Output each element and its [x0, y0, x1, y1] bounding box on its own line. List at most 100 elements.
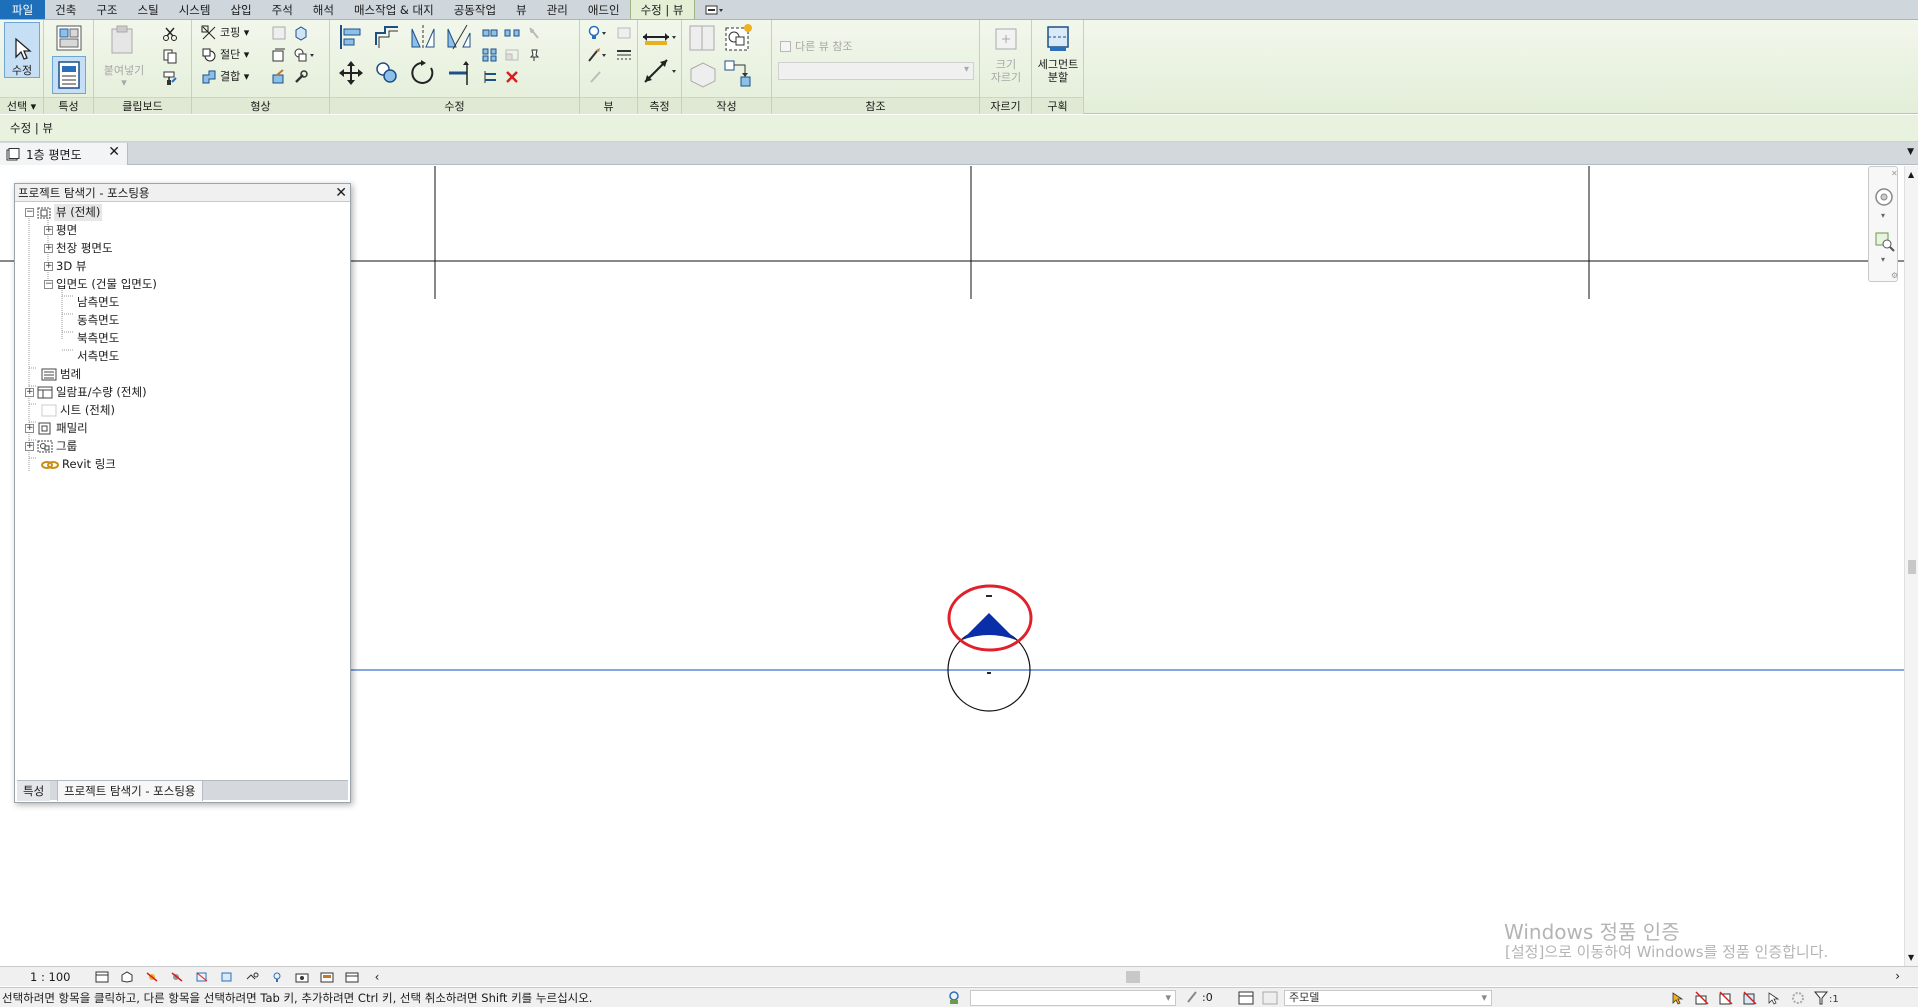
tree-item-east-elevation[interactable]: 동측면도 [77, 312, 119, 329]
expand-icon[interactable]: + [25, 388, 34, 397]
show-crop-region-icon[interactable] [219, 970, 235, 984]
zoom-region-button[interactable] [1874, 231, 1896, 256]
exclude-options-icon[interactable] [1262, 991, 1278, 1007]
tree-item-groups[interactable]: + 그룹 [25, 438, 77, 455]
demolish-button[interactable] [292, 24, 310, 42]
drag-elements-icon[interactable] [1766, 990, 1782, 1007]
zoom-dropdown-icon[interactable]: ▾ [1881, 255, 1885, 264]
select-links-icon[interactable] [1670, 990, 1686, 1007]
close-view-tab-icon[interactable]: ✕ [108, 144, 120, 160]
reference-view-dropdown[interactable]: ▾ [778, 62, 974, 80]
copy-button[interactable] [160, 46, 180, 66]
cope-button[interactable] [200, 24, 218, 42]
tree-item-revit-links[interactable]: Revit 링크 [41, 456, 116, 473]
other-view-checkbox[interactable] [780, 40, 791, 52]
create-parts-button[interactable] [686, 22, 718, 54]
line-styles-button[interactable] [614, 46, 634, 64]
temporary-view-properties-icon[interactable] [319, 970, 335, 984]
shapes-button[interactable] [292, 46, 318, 64]
worksets-icon[interactable] [946, 990, 962, 1007]
properties-button[interactable] [52, 56, 86, 94]
tab-addins[interactable]: 애드인 [578, 0, 630, 19]
match-properties-button[interactable] [160, 68, 180, 88]
project-browser-titlebar[interactable]: 프로젝트 탐색기 - 포스팅용 ✕ [15, 184, 350, 202]
expand-icon[interactable]: + [25, 442, 34, 451]
tab-systems[interactable]: 시스템 [169, 0, 221, 19]
mirror-draw-axis-button[interactable] [444, 22, 474, 52]
split-element-button[interactable] [480, 24, 500, 42]
view-tab-first-floor-plan[interactable]: 1층 평면도 ✕ [0, 143, 128, 165]
scroll-right-arrow-icon[interactable]: › [1895, 969, 1900, 983]
tab-steel[interactable]: 스틸 [128, 0, 169, 19]
trim-multiple-button[interactable] [480, 68, 500, 86]
tab-file[interactable]: 파일 [0, 0, 46, 19]
collapse-icon[interactable]: − [25, 208, 34, 217]
footer-tab-properties[interactable]: 특성 [17, 781, 51, 801]
tree-item-3d-views[interactable]: + 3D 뷰 [44, 258, 86, 275]
tab-manage[interactable]: 관리 [537, 0, 578, 19]
create-group-button[interactable] [722, 22, 754, 54]
tree-item-west-elevation[interactable]: 서측면도 [77, 348, 119, 365]
editable-only-icon[interactable] [1186, 990, 1200, 1007]
expand-icon[interactable]: + [44, 262, 53, 271]
tree-item-schedules[interactable]: + 일람표/수량 (전체) [25, 384, 147, 401]
tab-architecture[interactable]: 건축 [45, 0, 86, 19]
tab-massing-site[interactable]: 매스작업 & 대지 [344, 0, 444, 19]
hide-in-view-button[interactable] [586, 24, 612, 42]
cut-button[interactable] [160, 24, 180, 44]
unlock-3d-icon[interactable] [244, 970, 260, 984]
panel-select-label[interactable]: 선택 ▾ [0, 97, 43, 114]
paste-button[interactable] [106, 24, 138, 56]
expand-icon[interactable]: + [44, 226, 53, 235]
create-assembly-button[interactable] [686, 58, 718, 90]
tab-view[interactable]: 뷰 [506, 0, 537, 19]
override-graphics-button[interactable] [614, 24, 634, 42]
split-segment-button[interactable] [1042, 24, 1074, 54]
tab-annotate[interactable]: 주석 [262, 0, 303, 19]
view-scale[interactable]: 1 : 100 [30, 967, 70, 987]
tree-item-south-elevation[interactable]: 남측면도 [77, 294, 119, 311]
analytical-model-icon[interactable] [344, 970, 360, 984]
cut-geometry-button[interactable] [200, 46, 218, 64]
design-option-dropdown[interactable]: 주모델 ▾ [1284, 990, 1492, 1006]
trim-extend-button[interactable] [444, 58, 474, 88]
expand-icon[interactable]: + [25, 424, 34, 433]
tree-item-families[interactable]: + 패밀리 [25, 420, 88, 437]
rotate-button[interactable] [408, 58, 438, 88]
remove-paint-button[interactable] [292, 68, 310, 86]
scale-button[interactable] [502, 46, 522, 64]
scroll-up-arrow-icon[interactable]: ▲ [1908, 170, 1914, 179]
navbar-settings-icon[interactable]: ⚙ [1891, 271, 1898, 280]
detail-level-icon[interactable] [94, 970, 110, 984]
delete-button[interactable] [502, 68, 522, 86]
unpin-button[interactable] [524, 24, 544, 42]
collapse-icon[interactable]: − [44, 280, 53, 289]
footer-tab-project-browser[interactable]: 프로젝트 탐색기 - 포스팅용 [57, 781, 203, 801]
join-button[interactable] [200, 68, 218, 86]
steering-wheel-dropdown-icon[interactable]: ▾ [1881, 211, 1885, 220]
array-button[interactable] [480, 46, 500, 64]
horizontal-scroll-thumb[interactable] [1126, 971, 1140, 983]
tree-item-ceiling-plans[interactable]: + 천장 평면도 [44, 240, 113, 257]
tab-modify-view[interactable]: 수정 | 뷰 [629, 0, 695, 19]
vertical-scroll-thumb[interactable] [1908, 560, 1916, 574]
filter-icon[interactable]: :1 [1813, 990, 1839, 1007]
temporary-hide-icon[interactable] [269, 970, 285, 984]
steering-wheel-button[interactable] [1874, 187, 1896, 212]
linework-button[interactable] [586, 46, 612, 64]
background-processes-icon[interactable] [1790, 990, 1806, 1007]
elevation-marker[interactable] [947, 584, 1033, 712]
tab-insert[interactable]: 삽입 [220, 0, 261, 19]
pin-button[interactable] [524, 46, 544, 64]
horizontal-scrollbar[interactable]: › [370, 967, 1904, 987]
create-similar-button[interactable] [722, 58, 754, 90]
tab-list-arrow-icon[interactable]: ▼ [1907, 147, 1914, 157]
tab-collaborate[interactable]: 공동작업 [444, 0, 506, 19]
shadows-icon[interactable] [169, 970, 185, 984]
project-browser-close-icon[interactable]: ✕ [335, 184, 347, 202]
paste-dropdown-icon[interactable]: ▾ [116, 76, 132, 89]
tree-item-sheets[interactable]: 시트 (전체) [41, 402, 115, 419]
tree-item-floor-plans[interactable]: + 평면 [44, 222, 77, 239]
size-crop-button[interactable] [990, 24, 1022, 54]
tree-item-elevations[interactable]: − 입면도 (건물 입면도) [44, 276, 157, 293]
